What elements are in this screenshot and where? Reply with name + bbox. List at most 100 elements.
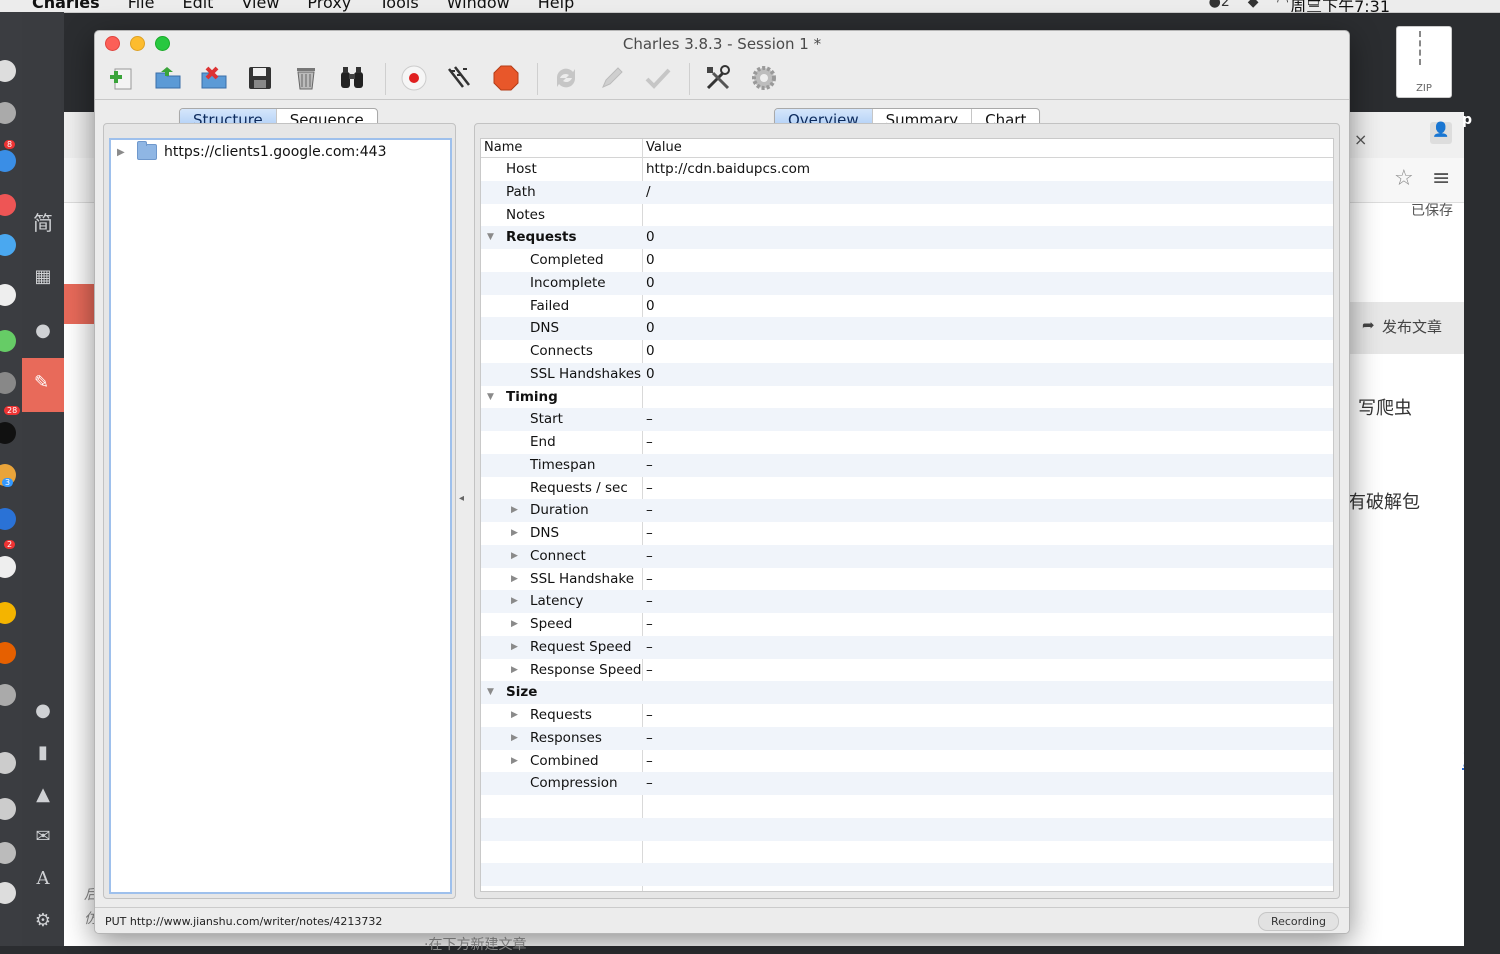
recording-status[interactable]: Recording (1257, 912, 1339, 931)
table-row[interactable]: Timespan – (481, 453, 1333, 477)
repeat-icon[interactable] (549, 62, 583, 94)
disclosure-open-icon[interactable]: ▼ (487, 232, 494, 242)
disclosure-closed-icon[interactable]: ▶ (511, 596, 518, 606)
structure-tree[interactable]: ▶ https://clients1.google.com:443 (109, 138, 452, 894)
disclosure-closed-icon[interactable]: ▶ (511, 756, 518, 766)
os-menu-app[interactable]: Charles (32, 0, 100, 12)
chrome-icon[interactable] (0, 602, 16, 624)
font-icon[interactable]: A (32, 868, 54, 890)
os-menu-file[interactable]: File (128, 0, 155, 12)
table-row[interactable]: SSL Handshakes 0 (481, 362, 1333, 386)
clear-session-icon[interactable] (289, 62, 323, 94)
simplified-char-icon[interactable]: 简 (32, 212, 54, 234)
trash-icon[interactable] (0, 882, 16, 904)
bell-icon[interactable]: ▲ (32, 784, 54, 806)
table-row[interactable]: ▶ Responses – (481, 726, 1333, 750)
table-row[interactable]: Requests / sec – (481, 477, 1333, 500)
find-icon[interactable] (335, 62, 369, 94)
table-row[interactable]: ▶ Connect – (481, 544, 1333, 568)
grid-icon[interactable]: ▦ (32, 266, 54, 288)
status-icon[interactable]: ◆ (1248, 0, 1259, 10)
wechat-icon[interactable]: ●2 (1209, 0, 1230, 10)
os-menu-tools[interactable]: Tools (379, 0, 418, 12)
os-menu-proxy[interactable]: Proxy (307, 0, 351, 12)
split-handle-icon[interactable]: ◂ (459, 493, 464, 504)
table-row[interactable]: ▶ Latency – (481, 590, 1333, 613)
disclosure-triangle-icon[interactable]: ▶ (117, 147, 137, 158)
table-row[interactable]: ▶ Combined – (481, 750, 1333, 773)
group-icon[interactable]: ● (32, 320, 54, 342)
disclosure-closed-icon[interactable]: ▶ (511, 733, 518, 743)
table-row[interactable]: ▶ Response Speed – (481, 659, 1333, 682)
table-row[interactable]: ▶ DNS – (481, 522, 1333, 545)
disclosure-closed-icon[interactable]: ▶ (511, 642, 518, 652)
disclosure-closed-icon[interactable]: ▶ (511, 710, 518, 720)
disclosure-closed-icon[interactable]: ▶ (511, 619, 518, 629)
zip-file-icon[interactable]: ZIP (1396, 26, 1452, 98)
close-session-icon[interactable] (197, 62, 231, 94)
throttle-icon[interactable] (443, 62, 477, 94)
table-row[interactable]: ▶ SSL Handshake – (481, 568, 1333, 591)
sequel-icon[interactable] (0, 684, 16, 706)
validate-icon[interactable] (641, 62, 675, 94)
table-row[interactable]: Compression – (481, 772, 1333, 795)
disclosure-closed-icon[interactable]: ▶ (511, 551, 518, 561)
column-header-value[interactable]: Value (646, 140, 682, 155)
launchpad-icon[interactable] (0, 102, 16, 124)
os-menu-edit[interactable]: Edit (182, 0, 213, 12)
disclosure-closed-icon[interactable]: ▶ (511, 505, 518, 515)
preview-icon[interactable] (0, 798, 16, 820)
table-row[interactable]: ▼ Requests 0 (481, 226, 1333, 249)
os-menu-window[interactable]: Window (447, 0, 510, 12)
system-prefs-icon[interactable] (0, 372, 16, 394)
publish-button[interactable]: ➦ 发布文章 (1348, 302, 1464, 354)
open-session-icon[interactable] (151, 62, 185, 94)
folder-icon[interactable] (0, 842, 16, 864)
table-row[interactable]: Completed 0 (481, 249, 1333, 272)
os-menu-view[interactable]: View (241, 0, 279, 12)
firefox-icon[interactable] (0, 642, 16, 664)
tree-item[interactable]: ▶ https://clients1.google.com:443 (117, 141, 386, 160)
table-row[interactable]: Incomplete 0 (481, 271, 1333, 295)
disclosure-closed-icon[interactable]: ▶ (511, 528, 518, 538)
table-row[interactable]: ▶ Duration – (481, 499, 1333, 522)
menu-icon[interactable]: ≡ (1432, 166, 1450, 191)
bookmark-icon[interactable]: ▮ (32, 742, 54, 764)
record-icon[interactable] (397, 62, 431, 94)
profile-icon[interactable]: 👤 (1430, 122, 1452, 144)
wifi-icon[interactable]: ◠ (1277, 0, 1289, 10)
write-highlight[interactable]: ✎ (22, 358, 64, 412)
table-row[interactable]: End – (481, 431, 1333, 454)
wechat-dock-icon[interactable] (0, 556, 16, 578)
table-row[interactable]: Start – (481, 408, 1333, 431)
user-icon[interactable]: ● (32, 700, 54, 722)
new-session-icon[interactable] (105, 62, 139, 94)
save-session-icon[interactable] (243, 62, 277, 94)
notes-icon[interactable] (0, 284, 16, 306)
safari-icon[interactable] (0, 234, 16, 256)
table-row[interactable]: Failed 0 (481, 295, 1333, 318)
table-row[interactable]: Path / (481, 180, 1333, 204)
table-row[interactable]: ▼ Timing (481, 386, 1333, 409)
disclosure-closed-icon[interactable]: ▶ (511, 665, 518, 675)
close-tab-icon[interactable]: × (1354, 130, 1367, 149)
edit-icon[interactable] (595, 62, 629, 94)
table-row[interactable]: ▼ Size (481, 681, 1333, 704)
disclosure-closed-icon[interactable]: ▶ (511, 574, 518, 584)
star-icon[interactable]: ☆ (1394, 166, 1414, 191)
table-row[interactable]: ▶ Requests – (481, 704, 1333, 727)
finder-icon[interactable] (0, 60, 16, 82)
app-store-icon[interactable] (0, 150, 16, 172)
tools-icon[interactable] (701, 62, 735, 94)
chrome-app-icon[interactable] (0, 752, 16, 774)
os-menu-help[interactable]: Help (538, 0, 574, 12)
table-row[interactable]: ▶ Request Speed – (481, 635, 1333, 659)
disclosure-open-icon[interactable]: ▼ (487, 687, 494, 697)
menu-clock[interactable]: 周三下午7:31 (1290, 0, 1390, 12)
calendar-icon[interactable] (0, 194, 16, 216)
disclosure-open-icon[interactable]: ▼ (487, 392, 494, 402)
settings-dock-icon[interactable]: ⚙ (32, 910, 54, 932)
table-row[interactable]: ▶ Speed – (481, 613, 1333, 636)
table-row[interactable]: Connects 0 (481, 340, 1333, 363)
qq-icon[interactable] (0, 422, 16, 444)
